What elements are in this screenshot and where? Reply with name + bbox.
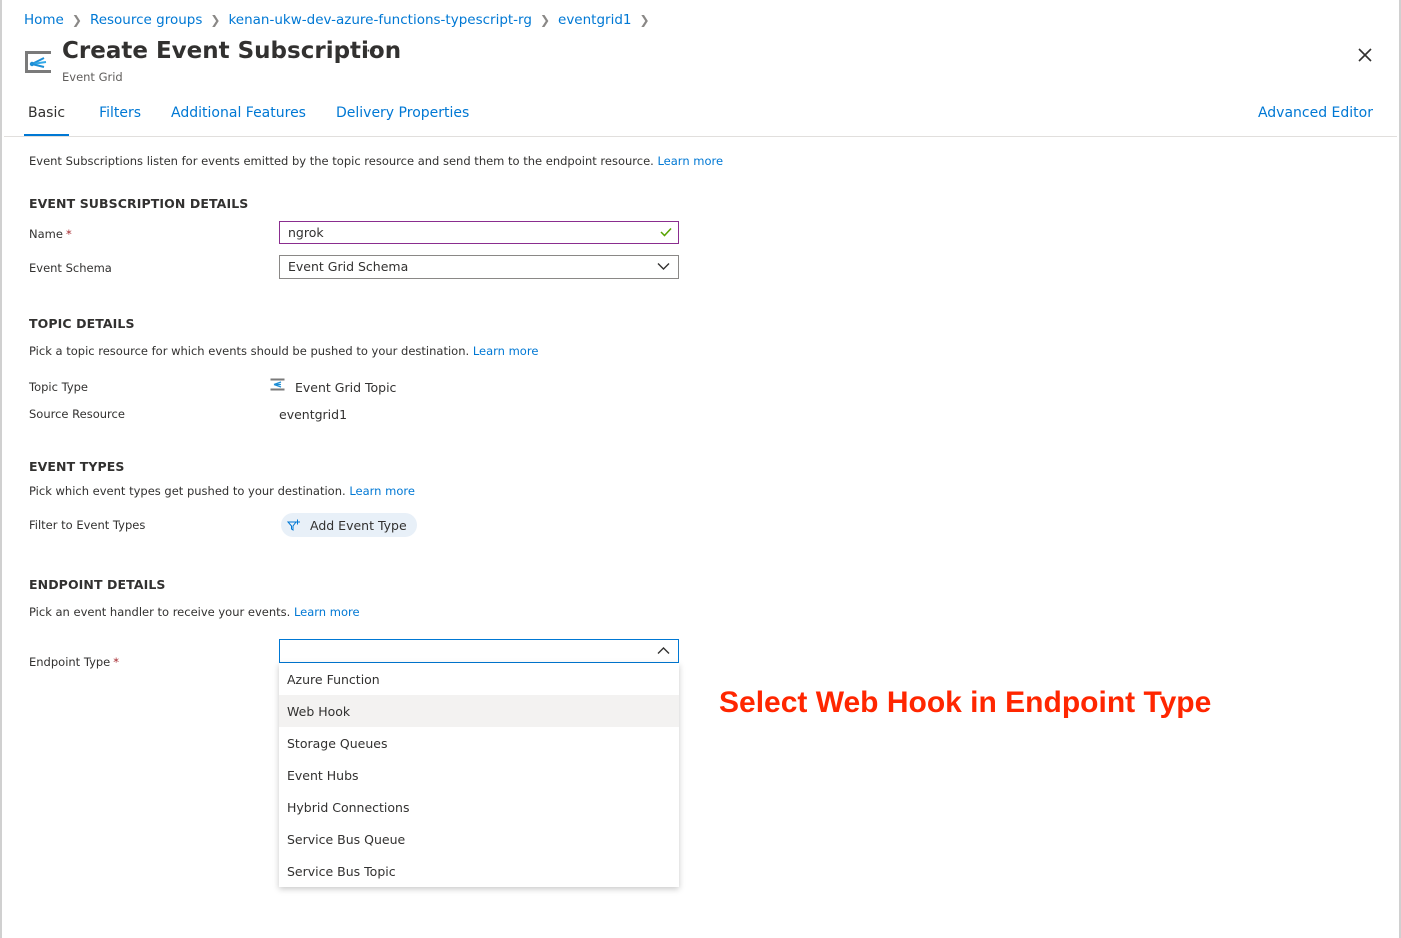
filter-event-types-label: Filter to Event Types bbox=[29, 518, 146, 532]
topic-desc-text: Pick a topic resource for which events s… bbox=[29, 344, 470, 358]
breadcrumb-resource-group[interactable]: kenan-ukw-dev-azure-functions-typescript… bbox=[228, 12, 532, 28]
breadcrumb: Home ❯ Resource groups ❯ kenan-ukw-dev-a… bbox=[24, 12, 658, 28]
option-hybrid-connections[interactable]: Hybrid Connections bbox=[279, 791, 679, 823]
close-icon[interactable] bbox=[1354, 44, 1376, 66]
blade-frame: Home ❯ Resource groups ❯ kenan-ukw-dev-a… bbox=[0, 0, 1401, 938]
tab-additional-features[interactable]: Additional Features bbox=[171, 100, 306, 136]
tab-bar: Basic Filters Additional Features Delive… bbox=[24, 100, 499, 136]
event-types-description: Pick which event types get pushed to you… bbox=[29, 484, 415, 498]
required-marker: * bbox=[65, 227, 72, 241]
option-web-hook[interactable]: Web Hook bbox=[279, 695, 679, 727]
event-types-learn-more-link[interactable]: Learn more bbox=[349, 484, 415, 498]
event-grid-icon bbox=[25, 51, 51, 73]
option-storage-queues[interactable]: Storage Queues bbox=[279, 727, 679, 759]
chevron-up-icon bbox=[657, 647, 670, 654]
event-grid-topic-icon bbox=[270, 378, 285, 391]
breadcrumb-home[interactable]: Home bbox=[24, 12, 64, 28]
page-title: Create Event Subscription bbox=[62, 38, 402, 64]
event-schema-value: Event Grid Schema bbox=[288, 259, 409, 274]
option-service-bus-topic[interactable]: Service Bus Topic bbox=[279, 855, 679, 887]
intro-description: Event Subscriptions listen for events em… bbox=[29, 154, 654, 168]
section-heading-subscription: EVENT SUBSCRIPTION DETAILS bbox=[29, 196, 249, 211]
add-event-type-button[interactable]: Add Event Type bbox=[281, 513, 417, 537]
endpoint-type-label-text: Endpoint Type bbox=[29, 655, 111, 669]
breadcrumb-resource-groups[interactable]: Resource groups bbox=[90, 12, 202, 28]
tab-filters[interactable]: Filters bbox=[99, 100, 141, 136]
tab-delivery-properties[interactable]: Delivery Properties bbox=[336, 100, 469, 136]
source-resource-label: Source Resource bbox=[29, 407, 125, 421]
check-icon bbox=[660, 227, 672, 237]
endpoint-type-label: Endpoint Type * bbox=[29, 655, 119, 669]
event-schema-select[interactable]: Event Grid Schema bbox=[279, 255, 679, 279]
event-schema-label: Event Schema bbox=[29, 261, 112, 275]
topic-type-value: Event Grid Topic bbox=[295, 380, 397, 395]
add-event-type-label: Add Event Type bbox=[310, 517, 407, 533]
endpoint-description: Pick an event handler to receive your ev… bbox=[29, 605, 360, 619]
chevron-right-icon: ❯ bbox=[639, 13, 650, 27]
section-heading-event-types: EVENT TYPES bbox=[29, 459, 125, 474]
name-label-text: Name bbox=[29, 227, 63, 241]
page-subtitle: Event Grid bbox=[62, 70, 123, 84]
endpoint-desc-text: Pick an event handler to receive your ev… bbox=[29, 605, 291, 619]
option-service-bus-queue[interactable]: Service Bus Queue bbox=[279, 823, 679, 855]
chevron-right-icon: ❯ bbox=[539, 13, 551, 27]
topic-description: Pick a topic resource for which events s… bbox=[29, 344, 538, 358]
chevron-right-icon: ❯ bbox=[210, 13, 221, 27]
topic-type-label: Topic Type bbox=[29, 380, 88, 394]
option-azure-function[interactable]: Azure Function bbox=[279, 663, 679, 695]
more-options-button[interactable]: ··· bbox=[366, 42, 383, 60]
name-input-value: ngrok bbox=[288, 225, 324, 240]
annotation-text: Select Web Hook in Endpoint Type bbox=[719, 686, 1212, 719]
filter-add-icon bbox=[287, 519, 300, 531]
section-heading-topic: TOPIC DETAILS bbox=[29, 316, 135, 331]
option-event-hubs[interactable]: Event Hubs bbox=[279, 759, 679, 791]
event-types-desc-text: Pick which event types get pushed to you… bbox=[29, 484, 346, 498]
intro-text: Event Subscriptions listen for events em… bbox=[29, 154, 723, 168]
chevron-right-icon: ❯ bbox=[71, 13, 82, 27]
breadcrumb-eventgrid[interactable]: eventgrid1 bbox=[558, 12, 631, 28]
intro-learn-more-link[interactable]: Learn more bbox=[657, 154, 723, 168]
source-resource-value: eventgrid1 bbox=[279, 407, 348, 422]
name-input[interactable]: ngrok bbox=[279, 221, 679, 244]
chevron-down-icon bbox=[657, 263, 670, 270]
advanced-editor-link[interactable]: Advanced Editor bbox=[1258, 105, 1373, 121]
endpoint-learn-more-link[interactable]: Learn more bbox=[294, 605, 360, 619]
tab-divider bbox=[4, 136, 1397, 137]
topic-learn-more-link[interactable]: Learn more bbox=[473, 344, 539, 358]
section-heading-endpoint: ENDPOINT DETAILS bbox=[29, 577, 166, 592]
required-marker: * bbox=[113, 655, 120, 669]
name-label: Name * bbox=[29, 227, 72, 241]
endpoint-type-dropdown-list: Azure Function Web Hook Storage Queues E… bbox=[279, 663, 679, 887]
endpoint-type-select[interactable] bbox=[279, 639, 679, 663]
tab-basic[interactable]: Basic bbox=[24, 100, 70, 136]
